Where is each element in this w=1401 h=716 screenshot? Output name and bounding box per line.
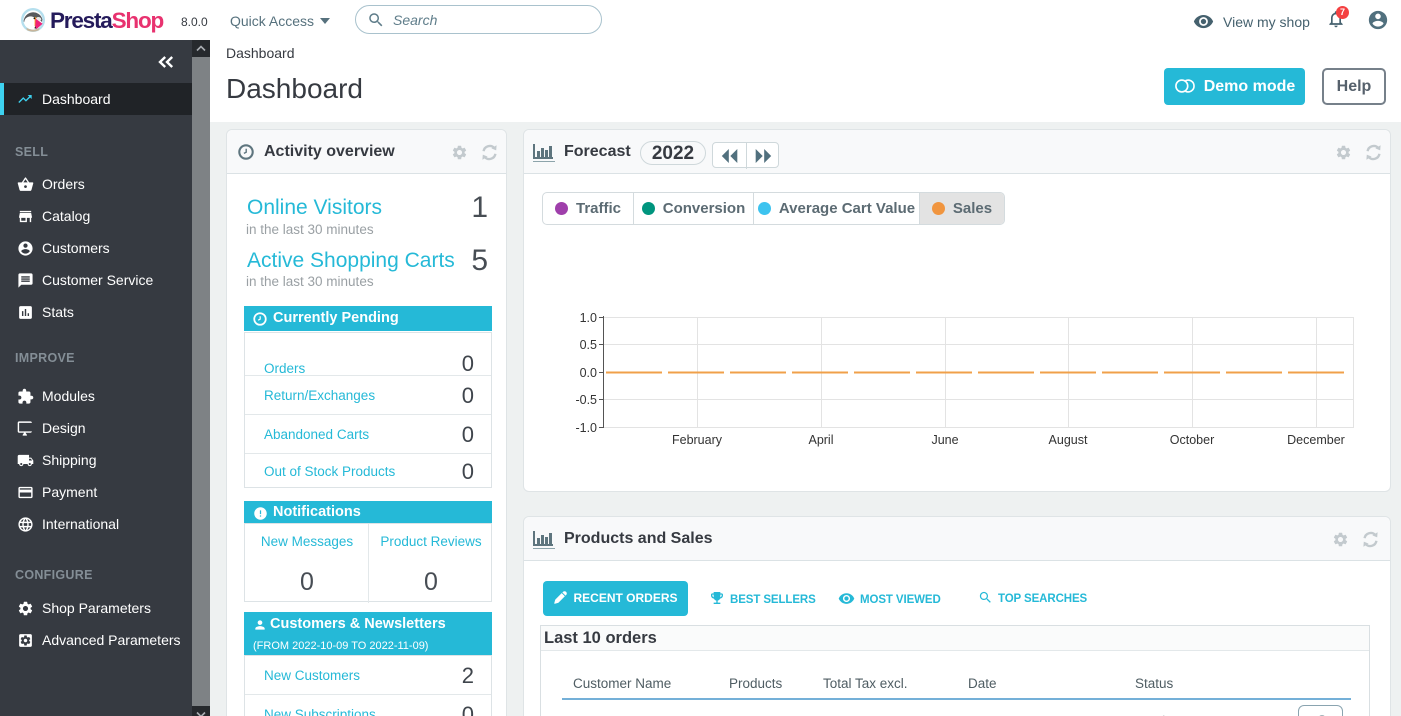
svg-text:-1.0: -1.0 xyxy=(575,421,597,435)
svg-text:0.0: 0.0 xyxy=(580,366,597,380)
svg-text:-0.5: -0.5 xyxy=(575,393,597,407)
svg-text:October: October xyxy=(1170,433,1214,447)
svg-text:June: June xyxy=(931,433,958,447)
svg-text:April: April xyxy=(808,433,833,447)
svg-text:February: February xyxy=(672,433,723,447)
svg-text:December: December xyxy=(1287,433,1345,447)
svg-text:0.5: 0.5 xyxy=(580,338,597,352)
svg-text:1.0: 1.0 xyxy=(580,311,597,325)
svg-text:August: August xyxy=(1049,433,1088,447)
